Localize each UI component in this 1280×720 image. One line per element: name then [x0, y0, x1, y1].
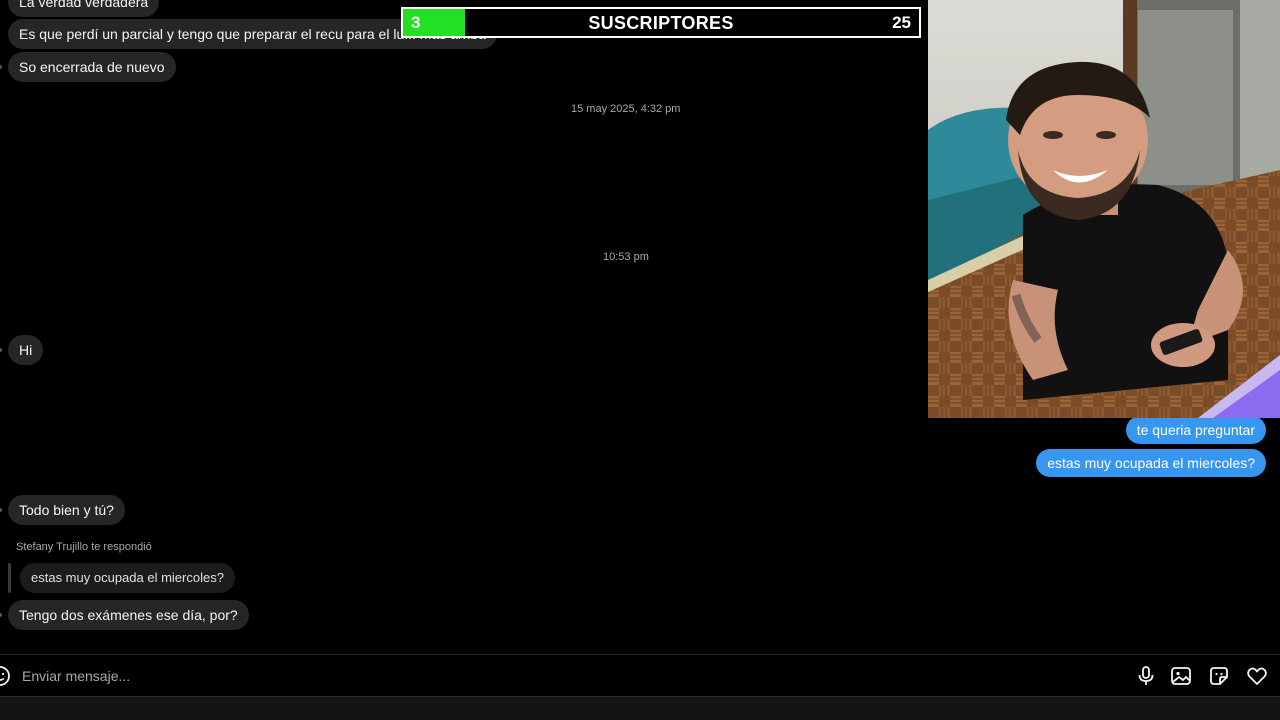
message-incoming[interactable]: Hi	[8, 335, 44, 365]
microphone-icon[interactable]	[1134, 664, 1158, 688]
message-text: estas muy ocupada el miercoles?	[1047, 455, 1255, 471]
message-text: Hi	[19, 342, 33, 358]
taskbar-strip	[0, 696, 1280, 720]
message-text: te queria preguntar	[1136, 422, 1255, 438]
webcam-image	[928, 0, 1280, 418]
reply-quoted-message[interactable]: estas muy ocupada el miercoles?	[20, 563, 235, 593]
message-incoming[interactable]: La verdad verdadera	[8, 0, 160, 17]
subscriber-goal-title: SUSCRIPTORES	[588, 13, 734, 33]
reply-indicator	[8, 563, 11, 593]
subscriber-goal-count: 25	[892, 13, 911, 32]
message-input[interactable]	[22, 663, 722, 689]
avatar	[0, 613, 2, 617]
timestamp: 15 may 2025, 4:32 pm	[571, 103, 681, 115]
message-incoming[interactable]: Todo bien y tú?	[8, 495, 125, 525]
webcam-feed	[928, 0, 1280, 418]
message-incoming[interactable]: Tengo dos exámenes ese día, por?	[8, 600, 249, 630]
avatar	[0, 508, 2, 512]
message-outgoing[interactable]: estas muy ocupada el miercoles?	[1036, 449, 1266, 477]
message-text: La verdad verdadera	[19, 0, 149, 10]
subscriber-goal-overlay: 3 SUSCRIPTORES 25	[401, 7, 921, 38]
message-incoming[interactable]: So encerrada de nuevo	[8, 52, 176, 82]
heart-icon[interactable]	[1245, 664, 1269, 688]
message-outgoing[interactable]: te queria preguntar	[1125, 416, 1266, 444]
sticker-icon[interactable]	[1207, 664, 1231, 688]
avatar	[0, 348, 2, 352]
message-text: So encerrada de nuevo	[19, 59, 165, 75]
message-composer	[0, 654, 1280, 696]
image-icon[interactable]	[1169, 664, 1193, 688]
message-text: Tengo dos exámenes ese día, por?	[19, 607, 238, 623]
avatar	[0, 65, 2, 69]
emoji-icon[interactable]	[0, 664, 12, 688]
timestamp: 10:53 pm	[603, 251, 649, 263]
reply-context-label: Stefany Trujillo te respondió	[16, 541, 152, 553]
message-text: Todo bien y tú?	[19, 502, 114, 518]
